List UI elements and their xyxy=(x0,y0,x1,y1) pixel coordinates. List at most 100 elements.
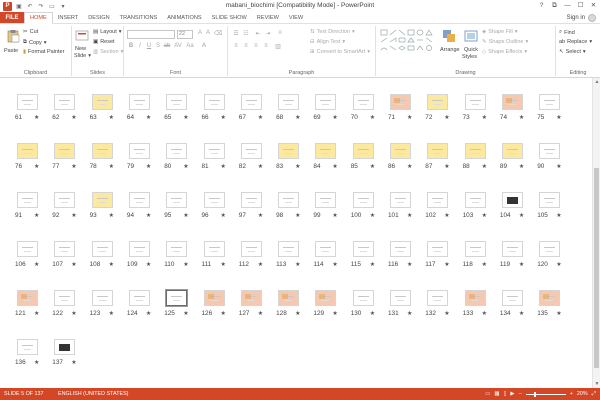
tab-home[interactable]: HOME xyxy=(24,12,53,24)
slide-thumbnail[interactable] xyxy=(464,241,486,257)
transition-star-icon[interactable]: ★ xyxy=(295,212,300,219)
shrink-font-icon[interactable]: A xyxy=(204,30,212,36)
transition-star-icon[interactable]: ★ xyxy=(146,261,151,268)
save-icon[interactable]: ▣ xyxy=(15,3,23,10)
slide-thumbnail[interactable] xyxy=(203,241,225,257)
transition-star-icon[interactable]: ★ xyxy=(556,163,561,170)
spacing-icon[interactable]: AV xyxy=(174,43,182,49)
transition-star-icon[interactable]: ★ xyxy=(407,163,412,170)
minimize-button[interactable]: — xyxy=(561,0,574,12)
replace-button[interactable]: ab Replace ▾ xyxy=(559,39,592,45)
transition-star-icon[interactable]: ★ xyxy=(34,310,39,317)
transition-star-icon[interactable]: ★ xyxy=(482,114,487,121)
sign-in-label[interactable]: Sign in xyxy=(567,12,585,24)
transition-star-icon[interactable]: ★ xyxy=(295,261,300,268)
transition-star-icon[interactable]: ★ xyxy=(71,163,76,170)
transition-star-icon[interactable]: ★ xyxy=(407,261,412,268)
slide-thumbnail[interactable] xyxy=(17,192,38,208)
transition-star-icon[interactable]: ★ xyxy=(370,261,375,268)
slide-thumbnail[interactable] xyxy=(501,192,523,208)
shapes-gallery[interactable] xyxy=(380,29,438,59)
slide-thumbnail[interactable] xyxy=(539,94,561,110)
font-name-box[interactable] xyxy=(127,30,175,39)
zoom-slider-thumb[interactable] xyxy=(533,391,536,397)
change-case-icon[interactable]: Aa xyxy=(186,43,194,49)
maximize-button[interactable]: ☐ xyxy=(574,0,587,12)
slide-thumbnail[interactable] xyxy=(390,94,411,110)
slide-thumbnail[interactable] xyxy=(166,143,188,159)
clear-format-icon[interactable]: ⌫ xyxy=(214,30,222,37)
slide-thumbnail[interactable] xyxy=(390,192,411,208)
grow-font-icon[interactable]: A xyxy=(196,30,204,36)
slide-thumbnail[interactable] xyxy=(54,143,76,159)
transition-star-icon[interactable]: ★ xyxy=(482,261,487,268)
align-right-icon[interactable]: ≡ xyxy=(252,43,260,49)
convert-smartart-button[interactable]: ⊞ Convert to SmartArt ▾ xyxy=(310,49,370,55)
slide-thumbnail[interactable] xyxy=(91,192,113,208)
transition-star-icon[interactable]: ★ xyxy=(332,212,337,219)
slide-thumbnail[interactable] xyxy=(315,94,337,110)
transition-star-icon[interactable]: ★ xyxy=(295,114,300,121)
slide-thumbnail[interactable] xyxy=(128,94,150,110)
quick-styles-button[interactable]: Quick xyxy=(464,47,478,53)
slide-thumbnail[interactable] xyxy=(501,241,523,257)
align-text-button[interactable]: ⊟ Align Text ▾ xyxy=(310,39,345,45)
transition-star-icon[interactable]: ★ xyxy=(109,310,114,317)
find-button[interactable]: ⌕ Find xyxy=(559,29,575,36)
paste-button[interactable]: Paste xyxy=(4,48,18,54)
transition-star-icon[interactable]: ★ xyxy=(519,310,524,317)
slide-thumbnail[interactable] xyxy=(352,290,374,306)
slide-thumbnail[interactable] xyxy=(501,94,523,110)
transition-star-icon[interactable]: ★ xyxy=(482,310,487,317)
transition-star-icon[interactable]: ★ xyxy=(71,114,76,121)
slide-thumbnail[interactable] xyxy=(128,192,150,208)
transition-star-icon[interactable]: ★ xyxy=(482,163,487,170)
slide-thumbnail[interactable] xyxy=(54,94,76,110)
transition-star-icon[interactable]: ★ xyxy=(556,310,561,317)
transition-star-icon[interactable]: ★ xyxy=(332,310,337,317)
slide-thumbnail[interactable] xyxy=(240,192,262,208)
transition-star-icon[interactable]: ★ xyxy=(332,114,337,121)
transition-star-icon[interactable]: ★ xyxy=(519,212,524,219)
transition-star-icon[interactable]: ★ xyxy=(332,163,337,170)
transition-star-icon[interactable]: ★ xyxy=(71,310,76,317)
slide-thumbnail[interactable] xyxy=(315,143,337,159)
slide-thumbnail[interactable] xyxy=(390,143,411,159)
transition-star-icon[interactable]: ★ xyxy=(109,261,114,268)
transition-star-icon[interactable]: ★ xyxy=(370,163,375,170)
transition-star-icon[interactable]: ★ xyxy=(183,114,188,121)
transition-star-icon[interactable]: ★ xyxy=(482,212,487,219)
slide-thumbnail[interactable] xyxy=(128,143,150,159)
reading-view-icon[interactable]: ▯ xyxy=(503,391,506,397)
transition-star-icon[interactable]: ★ xyxy=(146,163,151,170)
slide-thumbnail[interactable] xyxy=(464,143,486,159)
slide-thumbnail[interactable] xyxy=(91,143,113,159)
redo-icon[interactable]: ↷ xyxy=(37,3,45,10)
slide-thumbnail[interactable] xyxy=(352,192,374,208)
slide-thumbnail[interactable] xyxy=(128,241,150,257)
slide-thumbnail[interactable] xyxy=(427,143,449,159)
transition-star-icon[interactable]: ★ xyxy=(34,163,39,170)
slideshow-view-icon[interactable]: ▶ xyxy=(510,391,514,397)
bold-icon[interactable]: B xyxy=(127,43,135,49)
slide-thumbnail[interactable] xyxy=(352,143,374,159)
format-painter-button[interactable]: ▮ Format Painter xyxy=(23,49,64,55)
slide-thumbnail[interactable] xyxy=(315,241,337,257)
transition-star-icon[interactable]: ★ xyxy=(71,359,76,366)
shape-fill-button[interactable]: ◈ Shape Fill ▾ xyxy=(482,29,517,35)
slide-thumbnail[interactable] xyxy=(278,241,300,257)
font-size-box[interactable]: 22 xyxy=(177,30,193,39)
transition-star-icon[interactable]: ★ xyxy=(519,114,524,121)
transition-star-icon[interactable]: ★ xyxy=(332,261,337,268)
slide-thumbnail[interactable] xyxy=(427,192,449,208)
zoom-in-button[interactable]: + xyxy=(570,391,573,397)
transition-star-icon[interactable]: ★ xyxy=(258,212,263,219)
tab-review[interactable]: REVIEW xyxy=(252,12,284,23)
slide-count[interactable]: SLIDE 5 OF 137 xyxy=(0,391,44,397)
transition-star-icon[interactable]: ★ xyxy=(34,359,39,366)
slide-thumbnail[interactable] xyxy=(278,143,300,159)
transition-star-icon[interactable]: ★ xyxy=(444,212,449,219)
present-icon[interactable]: ▭ xyxy=(48,3,56,10)
transition-star-icon[interactable]: ★ xyxy=(556,114,561,121)
copy-button[interactable]: ⧉ Copy ▾ xyxy=(23,39,47,46)
